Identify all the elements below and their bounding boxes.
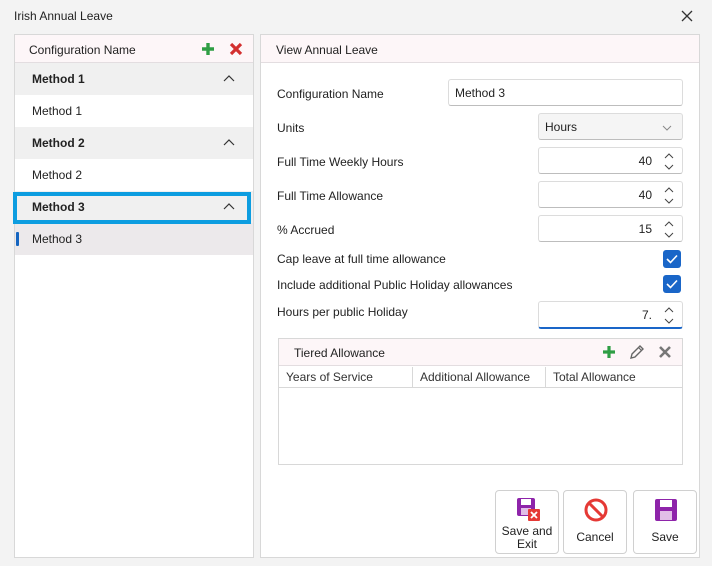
cap-leave-label: Cap leave at full time allowance (277, 252, 446, 266)
cancel-button[interactable]: Cancel (563, 490, 627, 554)
group-header-method-2[interactable]: Method 2 (15, 127, 253, 159)
cap-leave-checkbox[interactable] (663, 250, 681, 268)
configuration-list-header: Configuration Name (15, 35, 253, 63)
list-item-label: Method 2 (32, 168, 83, 182)
checkmark-icon (666, 254, 678, 264)
decrement-icon[interactable] (664, 318, 674, 324)
cancel-label: Cancel (576, 530, 614, 544)
decrement-icon[interactable] (664, 164, 674, 170)
checkmark-icon (666, 279, 678, 289)
accrued-label: % Accrued (277, 223, 335, 237)
column-header-total-allowance[interactable]: Total Allowance (546, 367, 682, 388)
chevron-down-icon (662, 125, 672, 131)
group-label: Method 1 (32, 72, 85, 86)
window-title: Irish Annual Leave (14, 9, 113, 23)
list-item-label: Method 1 (32, 104, 83, 118)
hours-public-holiday-value: 7. (641, 308, 652, 322)
increment-icon[interactable] (664, 221, 674, 227)
configuration-list-panel: Configuration Name Method 1 Method 1 Met… (14, 34, 254, 558)
close-icon[interactable] (678, 7, 696, 25)
increment-icon[interactable] (664, 187, 674, 193)
list-item-method-3[interactable]: Method 3 (15, 223, 253, 255)
save-button[interactable]: Save (633, 490, 697, 554)
units-value: Hours (545, 120, 578, 134)
save-icon (655, 499, 677, 521)
weekly-hours-label: Full Time Weekly Hours (277, 155, 404, 169)
increment-icon[interactable] (664, 307, 674, 313)
panel-title: View Annual Leave (276, 43, 378, 57)
chevron-up-icon[interactable] (223, 73, 235, 83)
cancel-icon (584, 498, 608, 522)
tiered-allowance-header: Tiered Allowance (279, 339, 682, 366)
accrued-stepper[interactable]: 15 (538, 215, 683, 242)
increment-icon[interactable] (664, 153, 674, 159)
save-label: Save (651, 530, 679, 544)
weekly-hours-stepper[interactable]: 40 (538, 147, 683, 174)
list-item-method-2[interactable]: Method 2 (15, 159, 253, 191)
list-item-method-1[interactable]: Method 1 (15, 95, 253, 127)
view-annual-leave-header: View Annual Leave (261, 35, 699, 63)
tiered-allowance-grid: Tiered Allowance Years of Service Additi… (278, 338, 683, 465)
group-label: Method 2 (32, 136, 85, 150)
x-icon[interactable] (656, 343, 674, 361)
configuration-name-value: Method 3 (455, 86, 506, 100)
allowance-stepper[interactable]: 40 (538, 181, 683, 208)
tiered-allowance-title: Tiered Allowance (294, 346, 385, 360)
pencil-icon[interactable] (628, 343, 646, 361)
units-select[interactable]: Hours (538, 113, 683, 140)
plus-icon[interactable] (199, 40, 217, 58)
decrement-icon[interactable] (664, 232, 674, 238)
title-bar: Irish Annual Leave (0, 0, 712, 32)
accrued-value: 15 (638, 222, 652, 236)
group-header-method-1[interactable]: Method 1 (15, 63, 253, 95)
include-public-holiday-label: Include additional Public Holiday allowa… (277, 278, 513, 292)
selection-indicator (16, 232, 19, 246)
units-label: Units (277, 121, 305, 135)
column-header-years-of-service[interactable]: Years of Service (279, 367, 413, 388)
x-icon[interactable] (227, 40, 245, 58)
save-and-exit-label: Save and Exit (501, 524, 553, 551)
hours-public-holiday-stepper[interactable]: 7. (538, 301, 683, 329)
table-header-row: Years of Service Additional Allowance To… (279, 367, 682, 388)
include-public-holiday-checkbox[interactable] (663, 275, 681, 293)
column-header-additional-allowance[interactable]: Additional Allowance (413, 367, 546, 388)
chevron-up-icon[interactable] (223, 137, 235, 147)
decrement-icon[interactable] (664, 198, 674, 204)
save-exit-icon (517, 498, 540, 521)
configuration-list-title: Configuration Name (29, 43, 136, 57)
keyboard-focus-outline (13, 192, 251, 224)
plus-icon[interactable] (600, 343, 618, 361)
configuration-name-field[interactable]: Method 3 (448, 79, 683, 106)
list-item-label: Method 3 (32, 232, 83, 246)
allowance-value: 40 (638, 188, 652, 202)
save-and-exit-button[interactable]: Save and Exit (495, 490, 559, 554)
allowance-label: Full Time Allowance (277, 189, 384, 203)
hours-public-holiday-label: Hours per public Holiday (277, 305, 408, 319)
configuration-name-label: Configuration Name (277, 87, 384, 101)
weekly-hours-value: 40 (638, 154, 652, 168)
